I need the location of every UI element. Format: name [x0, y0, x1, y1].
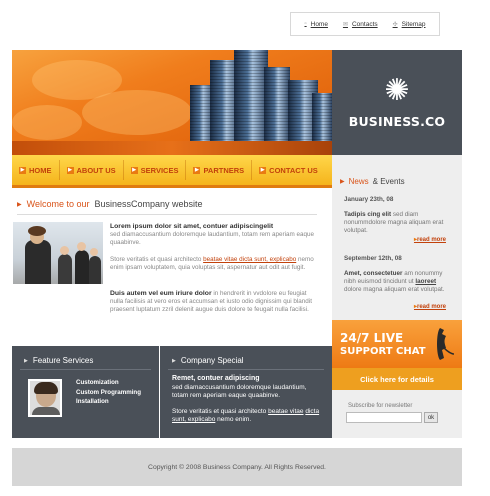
news-title-rest: & Events [372, 177, 405, 186]
feature-title-text: Feature Services [32, 356, 94, 365]
arrow-icon: ▶ [193, 166, 201, 174]
paragraph-bold: Lorem ipsum dolor sit amet, contuer adip… [110, 223, 274, 230]
top-link-sitemap[interactable]: ✣ Sitemap [393, 21, 426, 28]
support-line-1: 24/7 LIVE [340, 331, 404, 345]
divider [20, 369, 151, 370]
paragraph-bold: Duis autem vel eum iriure dolor [110, 290, 212, 297]
intro-paragraph-3: Duis autem vel eum iriure dolor in hendr… [110, 290, 320, 314]
company-special-box: ▶ Company Special Remet, contuer adipisc… [160, 346, 332, 438]
divider [17, 214, 317, 215]
triangle-icon: ▶ [340, 179, 345, 185]
special-heading: Remet, contuer adipiscing [172, 375, 260, 382]
news-date: September 12th, 08 [344, 255, 402, 262]
special-text-part: Store veritatis et quasi architecto [172, 408, 269, 415]
support-line-2: SUPPORT CHAT [340, 346, 426, 357]
header-banner-image [12, 50, 332, 155]
feature-item[interactable]: Customization [76, 378, 141, 388]
nav-services[interactable]: ▶ SERVICES [124, 160, 187, 180]
person-photo [28, 379, 62, 417]
news-date: January 23th, 08 [344, 196, 394, 203]
news-item-bold: Tadipis cing elit [344, 211, 392, 218]
newsletter-label: Subscribe for newsletter [348, 403, 413, 409]
special-text-2: Store veritatis et quasi architecto beat… [172, 408, 322, 424]
logo-panel[interactable]: ✺ BUSINESS.CO [332, 50, 462, 155]
special-text-part: nemo enim. [215, 416, 252, 423]
sitemap-icon: ✣ [392, 21, 398, 28]
nav-services-label: SERVICES [140, 165, 179, 175]
news-title-highlight: News [348, 177, 369, 186]
news-title: ▶ News & Events [340, 177, 405, 186]
read-more-link[interactable]: ▸read more [414, 236, 446, 243]
nav-home-label: HOME [29, 165, 52, 175]
news-item-text: Tadipis cing elit sed diam nonummdolore … [344, 211, 454, 235]
nav-partners-label: PARTNERS [203, 165, 245, 175]
paragraph-link[interactable]: beatae vitae dicta sunt, explicabo [203, 256, 296, 263]
feature-services-box: ▶ Feature Services Customization Custom … [12, 346, 159, 438]
company-special-title: ▶ Company Special [172, 356, 244, 365]
divider [168, 369, 324, 370]
paragraph-text: Store veritatis et quasi architecto [110, 256, 204, 263]
feature-item[interactable]: Custom Programming [76, 388, 141, 398]
main-nav: ▶ HOME ▶ ABOUT US ▶ SERVICES ▶ PARTNERS ▶ CON… [12, 155, 332, 188]
business-people-photo [13, 222, 103, 284]
copyright-text: Copyright © 2008 Business Company. All R… [148, 463, 326, 471]
read-more-label: read more [416, 237, 446, 243]
feature-item[interactable]: Installation [76, 397, 141, 407]
paragraph-text: sed diamaccusantium doloremque laudantiu… [110, 231, 315, 246]
welcome-highlight: Welcome to our [26, 199, 90, 209]
top-link-sitemap-label[interactable]: Sitemap [402, 21, 426, 28]
home-icon: ▫ [304, 21, 307, 27]
nav-contact-label: CONTACT US [269, 165, 318, 175]
welcome-rest: BusinessCompany website [94, 199, 203, 209]
newsletter-panel: Subscribe for newsletter ok [332, 390, 462, 438]
news-item-bold: Amet, consectetuer [344, 270, 403, 277]
triangle-icon: ▶ [24, 357, 28, 364]
welcome-heading: ▶ Welcome to our BusinessCompany website [17, 199, 317, 209]
nav-contact-us[interactable]: ▶ CONTACT US [252, 160, 325, 180]
support-details-button[interactable]: Click here for details [332, 368, 462, 390]
top-link-contacts[interactable]: ✉ Contacts [343, 21, 378, 28]
mail-icon: ✉ [342, 21, 348, 28]
starburst-icon: ✺ [384, 74, 410, 107]
arrow-icon: ▶ [19, 166, 26, 174]
nav-about-label: ABOUT US [76, 165, 116, 175]
nav-home[interactable]: ▶ HOME [12, 160, 60, 180]
arrow-icon: ▶ [66, 166, 74, 174]
read-more-label: read more [416, 304, 446, 310]
top-link-home[interactable]: ▫ Home [304, 21, 327, 28]
special-text: sed diamaccusantium doloremque laudantiu… [172, 384, 307, 399]
top-link-contacts-label[interactable]: Contacts [352, 21, 378, 28]
nav-partners[interactable]: ▶ PARTNERS [186, 160, 253, 180]
news-inline-link[interactable]: laoreet [415, 278, 436, 285]
triangle-icon: ▶ [172, 357, 176, 364]
top-links-bar: ▫ Home ✉ Contacts ✣ Sitemap [290, 12, 440, 36]
newsletter-ok-button[interactable]: ok [424, 412, 438, 423]
arrow-icon: ▶ [259, 166, 267, 174]
feature-list: Customization Custom Programming Install… [76, 378, 141, 407]
news-item-body: dolore magna aliquam erat volutpat. [344, 286, 445, 293]
newsletter-email-input[interactable] [346, 412, 422, 423]
phone-icon [437, 328, 455, 360]
special-title-text: Company Special [180, 356, 244, 365]
support-chat-header: 24/7 LIVE SUPPORT CHAT [332, 320, 462, 368]
top-link-home-label[interactable]: Home [311, 21, 328, 28]
arrow-icon: ▶ [130, 166, 138, 174]
triangle-icon: ▶ [17, 201, 22, 208]
nav-about-us[interactable]: ▶ ABOUT US [60, 160, 124, 180]
special-link[interactable]: beatae vitae [268, 408, 303, 415]
intro-paragraph-2: Store veritatis et quasi architecto beat… [110, 256, 320, 272]
logo-text: BUSINESS.CO [348, 114, 446, 129]
intro-paragraph-1: Lorem ipsum dolor sit amet, contuer adip… [110, 223, 320, 247]
support-chat-banner[interactable]: 24/7 LIVE SUPPORT CHAT Click here for de… [332, 320, 462, 390]
read-more-link[interactable]: ▸read more [414, 303, 446, 310]
feature-services-title: ▶ Feature Services [24, 356, 93, 365]
news-item-text: Amet, consectetuer am nonummy nibh euism… [344, 270, 454, 294]
footer: Copyright © 2008 Business Company. All R… [12, 448, 462, 486]
